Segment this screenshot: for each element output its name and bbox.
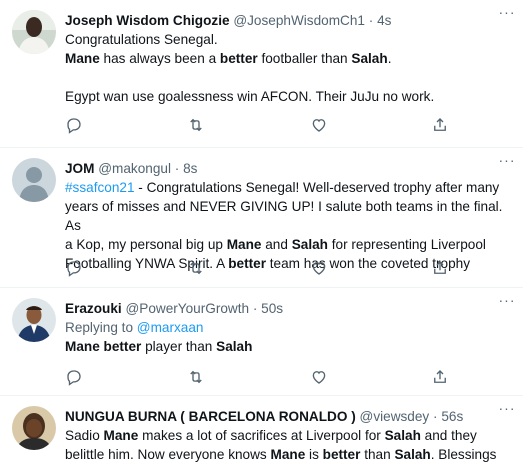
reply-icon[interactable] [65,116,83,134]
text-line: Congratulations Senegal. [65,32,218,47]
avatar[interactable] [12,10,56,54]
separator-dot: · [433,409,438,424]
tweet[interactable]: ··· Erazouki @PowerYourGrowth · 50s Repl… [0,288,523,396]
timestamp[interactable]: 8s [183,161,197,176]
tweet-text: Replying to @marxaan Mane better player … [65,318,509,356]
avatar[interactable] [12,158,56,202]
replying-to: Replying to @marxaan [65,318,509,337]
tweet-text: Sadio Mane makes a lot of sacrifices at … [65,426,509,464]
text-line: #ssafcon21 - Congratulations Senegal! We… [65,178,509,197]
text-line: Mane has always been a better footballer… [65,51,392,66]
tweet-header: JOM @makongul · 8s [65,160,509,178]
text-line: Egypt wan use goalessness win AFCON. The… [65,89,435,104]
text-line: Mane better player than Salah [65,339,253,354]
keyword-highlight: better [219,51,258,66]
text-line: years of misses and NEVER GIVING UP! I s… [65,199,503,233]
user-handle[interactable]: @viewsdey [360,409,430,424]
share-icon[interactable] [431,368,449,386]
replying-to-label: Replying to [65,320,137,335]
display-name[interactable]: NUNGUA BURNA ( BARCELONA RONALDO ) [65,409,356,424]
display-name[interactable]: Erazouki [65,301,122,316]
separator-dot: · [174,161,180,176]
user-handle[interactable]: @PowerYourGrowth [125,301,249,316]
like-icon[interactable] [310,116,328,134]
text-line: a Kop, my personal big up Mane and Salah… [65,237,486,252]
tweet[interactable]: ··· Joseph Wisdom Chigozie @JosephWisdom… [0,0,523,148]
retweet-icon[interactable] [187,368,205,386]
keyword-highlight: better [103,339,142,354]
keyword-highlight: Mane [103,428,139,443]
reply-icon[interactable] [65,259,83,277]
keyword-highlight: Salah [351,51,388,66]
tweet-body: JOM @makongul · 8s #ssafcon21 - Congratu… [65,160,509,273]
keyword-highlight: Salah [394,447,431,462]
like-icon[interactable] [310,368,328,386]
share-icon[interactable] [431,116,449,134]
text-line-blank [65,68,509,87]
text-line: Sadio Mane makes a lot of sacrifices at … [65,428,477,443]
tweet-body: Erazouki @PowerYourGrowth · 50s Replying… [65,300,509,356]
tweet-actions [65,259,446,277]
display-name[interactable]: Joseph Wisdom Chigozie [65,13,230,28]
user-handle[interactable]: @makongul [98,161,171,176]
separator-dot: · [368,13,374,28]
timestamp[interactable]: 56s [441,409,463,424]
tweet[interactable]: ··· NUNGUA BURNA ( BARCELONA RONALDO ) @… [0,396,523,470]
text-span: - Congratulations Senegal! Well-deserved… [134,180,500,195]
retweet-icon[interactable] [187,259,205,277]
tweet-body: NUNGUA BURNA ( BARCELONA RONALDO ) @view… [65,408,509,464]
keyword-highlight: Salah [384,428,421,443]
user-handle[interactable]: @JosephWisdomCh1 [233,13,365,28]
timestamp[interactable]: 50s [261,301,283,316]
keyword-highlight: Mane [226,237,262,252]
tweet-header: NUNGUA BURNA ( BARCELONA RONALDO ) @view… [65,408,509,426]
display-name[interactable]: JOM [65,161,94,176]
hashtag-link[interactable]: #ssafcon21 [65,180,135,195]
tweet-text: Congratulations Senegal. Mane has always… [65,30,509,106]
avatar[interactable] [12,406,56,450]
tweet-header: Erazouki @PowerYourGrowth · 50s [65,300,509,318]
retweet-icon[interactable] [187,116,205,134]
separator-dot: · [252,301,258,316]
tweet-header: Joseph Wisdom Chigozie @JosephWisdomCh1 … [65,12,509,30]
keyword-highlight: Mane [65,51,100,66]
keyword-highlight: better [322,447,361,462]
keyword-highlight: Mane [270,447,306,462]
timestamp[interactable]: 4s [377,13,391,28]
tweet[interactable]: ··· JOM @makongul · 8s #ssafcon21 - Cong… [0,148,523,288]
tweet-actions [65,368,446,386]
share-icon[interactable] [431,259,449,277]
tweet-body: Joseph Wisdom Chigozie @JosephWisdomCh1 … [65,12,509,106]
keyword-highlight: Mane [65,339,100,354]
keyword-highlight: Salah [216,339,253,354]
mention-link[interactable]: @marxaan [137,320,204,335]
reply-icon[interactable] [65,368,83,386]
like-icon[interactable] [310,259,328,277]
tweet-feed: · · · Joseph Wisdom Chigozie @JosephWisdom… [0,0,523,470]
avatar[interactable] [12,298,56,342]
text-line: belittle him. Now everyone knows Mane is… [65,447,497,462]
keyword-highlight: Salah [291,237,328,252]
tweet-actions [65,116,446,134]
